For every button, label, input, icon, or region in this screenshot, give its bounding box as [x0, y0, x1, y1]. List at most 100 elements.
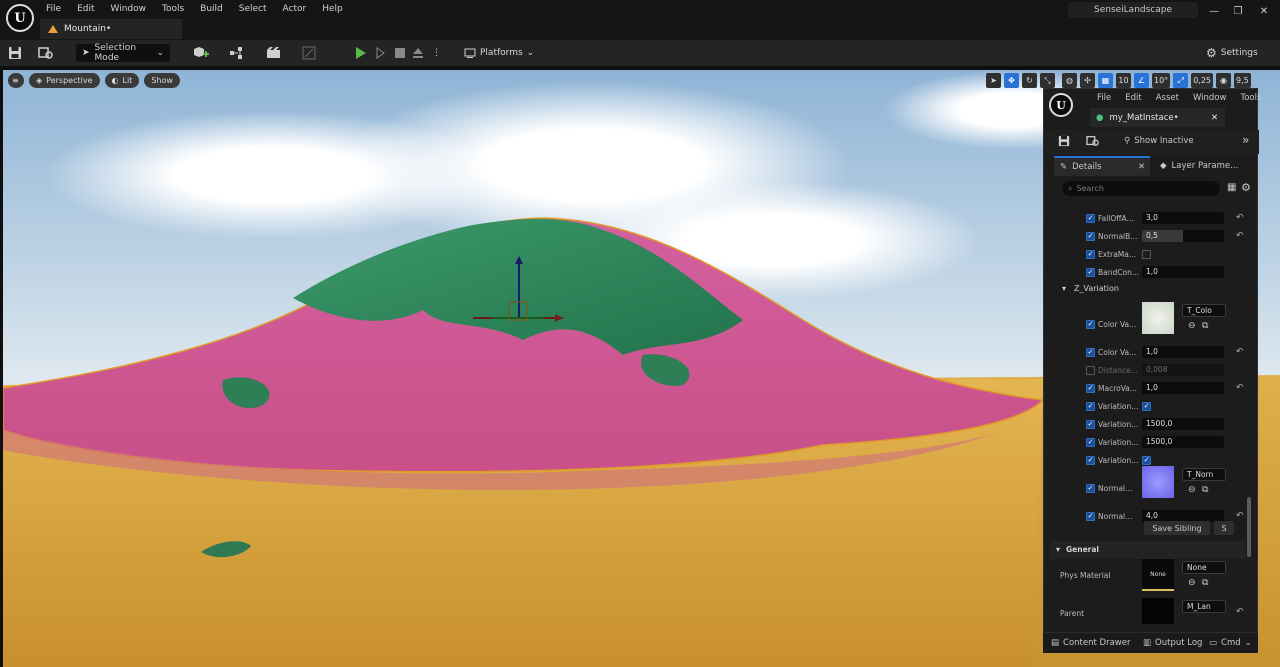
mat-menu-file[interactable]: File — [1090, 91, 1118, 105]
reset-icon[interactable]: ↶ — [1236, 213, 1244, 223]
rotate-tool-icon[interactable]: ↻ — [1022, 73, 1037, 88]
override-checkbox[interactable]: ✓ — [1086, 437, 1095, 447]
viewport-menu-icon[interactable]: ≡ — [8, 73, 24, 88]
parent-thumbnail[interactable] — [1142, 598, 1174, 624]
menu-window[interactable]: Window — [103, 1, 155, 17]
reset-icon[interactable]: ↶ — [1236, 347, 1244, 357]
param-value-input[interactable]: 3,0 — [1142, 212, 1224, 224]
close-icon[interactable]: ✕ — [1254, 3, 1274, 19]
texture-picker[interactable]: T_Norn — [1182, 468, 1226, 481]
browse-icon[interactable] — [38, 44, 54, 62]
save-icon[interactable] — [8, 44, 22, 62]
selection-mode-dropdown[interactable]: ➤ Selection Mode ⌄ — [76, 43, 170, 63]
menu-edit[interactable]: Edit — [69, 1, 102, 17]
mat-menu-tools[interactable]: Tools — [1233, 91, 1268, 105]
settings-button[interactable]: ⚙ Settings — [1206, 44, 1258, 62]
gear-icon[interactable]: ⚙ — [1241, 181, 1251, 194]
play-options-icon[interactable] — [375, 44, 387, 62]
menu-actor[interactable]: Actor — [275, 1, 315, 17]
select-tool-icon[interactable]: ➤ — [986, 73, 1001, 88]
cmd-dropdown[interactable]: ▭ Cmd ⌄ — [1209, 638, 1252, 648]
parent-picker[interactable]: M_Lan — [1182, 600, 1226, 613]
general-header[interactable]: ▾ General — [1050, 541, 1246, 559]
unreal-logo-icon[interactable]: U — [1049, 93, 1073, 117]
camera-speed-value[interactable]: 9,5 — [1234, 73, 1251, 88]
rotation-snap-icon[interactable]: ∠ — [1134, 73, 1149, 88]
texture-thumbnail[interactable] — [1142, 466, 1174, 498]
override-checkbox[interactable]: ✓ — [1086, 319, 1095, 329]
minimize-icon[interactable]: — — [1204, 3, 1224, 19]
menu-tools[interactable]: Tools — [154, 1, 192, 17]
material-asset-tab[interactable]: ● my_MatInstace• ✕ — [1090, 108, 1225, 127]
browse-asset-icon[interactable]: ⧉ — [1202, 485, 1208, 495]
override-checkbox[interactable]: ✓ — [1086, 383, 1095, 393]
reset-icon[interactable]: ↶ — [1236, 231, 1244, 241]
platforms-dropdown[interactable]: Platforms ⌄ — [464, 44, 534, 62]
scrollbar[interactable] — [1247, 497, 1251, 557]
use-selected-icon[interactable]: ⊖ — [1188, 485, 1196, 495]
browse-asset-icon[interactable]: ⧉ — [1202, 578, 1208, 588]
reset-icon[interactable]: ↶ — [1236, 511, 1244, 521]
rotation-snap-value[interactable]: 10° — [1152, 73, 1171, 88]
close-tab-icon[interactable]: ✕ — [1211, 113, 1218, 123]
override-checkbox[interactable]: ✓ — [1086, 249, 1095, 259]
override-checkbox[interactable]: ✓ — [1086, 419, 1095, 429]
modes-button[interactable] — [302, 44, 324, 62]
override-checkbox[interactable]: ✓ — [1086, 401, 1095, 411]
menu-file[interactable]: File — [38, 1, 69, 17]
scale-snap-value[interactable]: 0,25 — [1191, 73, 1213, 88]
level-tab[interactable]: Mountain• — [40, 19, 182, 39]
param-value-input[interactable]: 1500,0 — [1142, 418, 1224, 430]
browse-icon[interactable] — [1086, 135, 1100, 150]
override-checkbox[interactable]: ✓ — [1086, 267, 1095, 277]
stop-icon[interactable] — [395, 44, 405, 62]
param-bool-checkbox[interactable] — [1142, 249, 1151, 259]
add-actor-button[interactable] — [192, 44, 214, 62]
output-log-button[interactable]: ▥ Output Log — [1143, 638, 1202, 648]
camera-speed-icon[interactable]: ◉ — [1216, 73, 1231, 88]
use-selected-icon[interactable]: ⊖ — [1188, 578, 1196, 588]
show-inactive-button[interactable]: ⚲ Show Inactive — [1124, 136, 1194, 146]
param-value-input[interactable]: 1,0 — [1142, 346, 1224, 358]
menu-help[interactable]: Help — [314, 1, 351, 17]
grid-snap-icon[interactable]: ▦ — [1098, 73, 1113, 88]
content-drawer-button[interactable]: ▤ Content Drawer — [1051, 638, 1130, 648]
maximize-icon[interactable]: ❐ — [1228, 3, 1248, 19]
param-value-input[interactable]: 1500,0 — [1142, 436, 1224, 448]
grid-snap-value[interactable]: 10 — [1116, 73, 1131, 88]
search-input[interactable]: ⌕ Search — [1062, 181, 1220, 196]
eject-icon[interactable] — [412, 44, 424, 62]
mat-menu-asset[interactable]: Asset — [1149, 91, 1186, 105]
surface-snap-icon[interactable]: ✣ — [1080, 73, 1095, 88]
move-tool-icon[interactable]: ✥ — [1004, 73, 1019, 88]
reset-icon[interactable]: ↶ — [1236, 383, 1244, 393]
mat-menu-window[interactable]: Window — [1186, 91, 1234, 105]
perspective-button[interactable]: ◈ Perspective — [29, 73, 100, 88]
blueprint-button[interactable] — [229, 44, 251, 62]
more-options-icon[interactable]: ⋮ — [432, 44, 441, 62]
texture-thumbnail[interactable] — [1142, 302, 1174, 334]
override-checkbox[interactable]: ✓ — [1086, 213, 1095, 223]
collapse-arrow-icon[interactable]: ▾ — [1062, 284, 1066, 293]
override-checkbox[interactable]: ✓ — [1086, 455, 1095, 465]
mat-menu-edit[interactable]: Edit — [1118, 91, 1148, 105]
param-value-input[interactable]: 1,0 — [1142, 382, 1224, 394]
param-value-input[interactable]: 0,5 — [1142, 230, 1224, 242]
override-checkbox[interactable]: ✓ — [1086, 231, 1095, 241]
use-selected-icon[interactable]: ⊖ — [1188, 321, 1196, 331]
reset-icon[interactable]: ↶ — [1236, 607, 1244, 617]
play-button[interactable] — [356, 44, 366, 62]
lit-button[interactable]: ◐ Lit — [104, 73, 140, 88]
scale-tool-icon[interactable]: ⤡ — [1040, 73, 1055, 88]
scale-snap-icon[interactable]: ⤢ — [1173, 73, 1189, 88]
tab-layer-parameters[interactable]: ◆ Layer Parame... — [1154, 156, 1259, 176]
table-view-icon[interactable]: ▦ — [1227, 182, 1236, 193]
close-tab-icon[interactable]: ✕ — [1138, 162, 1145, 172]
tab-details[interactable]: ✎ Details ✕ — [1054, 156, 1150, 176]
world-space-icon[interactable]: ◍ — [1062, 73, 1077, 88]
save-icon[interactable] — [1058, 135, 1070, 150]
cinematics-button[interactable] — [266, 44, 288, 62]
texture-picker[interactable]: T_Colo — [1182, 304, 1226, 317]
override-checkbox[interactable]: ✓ — [1086, 511, 1095, 521]
save-sibling-button[interactable]: Save Sibling — [1144, 521, 1210, 535]
